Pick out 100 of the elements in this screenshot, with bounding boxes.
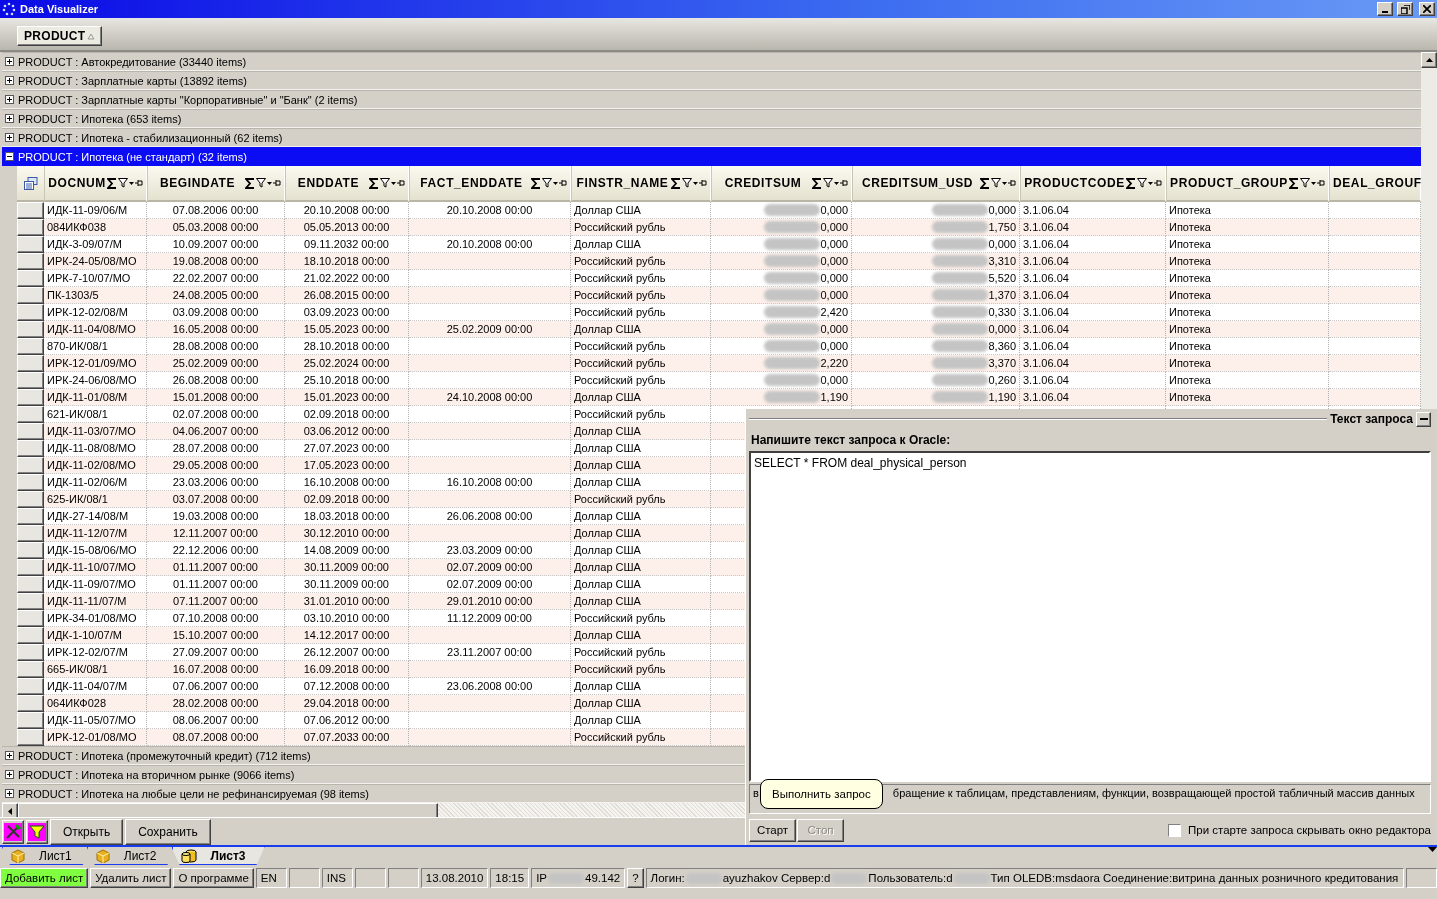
group-row[interactable]: PRODUCT : Ипотека (653 items) [2,109,1421,128]
collapse-icon[interactable] [5,152,14,161]
caret-icon[interactable] [553,181,558,185]
column-header[interactable]: CREDITSUM [711,166,852,202]
toolbar-button[interactable]: Открыть [50,818,124,845]
pin-icon[interactable] [1317,179,1325,187]
row-selector[interactable] [17,559,44,576]
scroll-up-button[interactable] [1421,52,1437,68]
status-button[interactable]: ? [627,868,644,888]
column-header[interactable]: CREDITSUM_USD [852,166,1020,202]
status-button[interactable]: О программе [173,868,254,888]
sheet-tab[interactable]: Лист3 [171,847,265,865]
row-selector[interactable] [17,372,44,389]
row-selector[interactable] [17,321,44,338]
row-selector[interactable] [17,202,44,219]
row-selector[interactable] [17,219,44,236]
minimize-button[interactable] [1377,2,1393,16]
caret-icon[interactable] [129,181,134,185]
expand-icon[interactable] [5,770,14,779]
status-button[interactable]: Удалить лист [90,868,172,888]
row-selector[interactable] [17,355,44,372]
row-selector[interactable] [17,525,44,542]
column-header[interactable]: PRODUCTCODE [1020,166,1166,202]
caret-icon[interactable] [1148,181,1153,185]
scrollbar-thumb[interactable] [18,803,438,817]
pin-icon[interactable] [273,179,281,187]
row-selector[interactable] [17,406,44,423]
row-selector[interactable] [17,542,44,559]
sum-icon[interactable] [531,177,541,189]
caret-icon[interactable] [834,181,839,185]
sum-icon[interactable] [812,177,822,189]
pin-icon[interactable] [135,179,143,187]
row-selector[interactable] [17,423,44,440]
column-header[interactable]: PRODUCT_GROUP [1166,166,1329,202]
restore-button[interactable] [1397,2,1413,16]
row-selector[interactable] [17,270,44,287]
query-button[interactable]: Старт [749,818,796,842]
group-row[interactable]: PRODUCT : Зарплатные карты (13892 items) [2,71,1421,90]
filter-icon[interactable] [380,178,390,188]
filter-icon[interactable] [991,178,1001,188]
pin-icon[interactable] [699,179,707,187]
checkbox[interactable] [1168,823,1181,837]
sum-icon[interactable] [980,177,990,189]
caret-icon[interactable] [1311,181,1316,185]
row-selector[interactable] [17,236,44,253]
row-selector[interactable] [17,610,44,627]
filter-icon[interactable] [118,178,128,188]
filter-icon[interactable] [823,178,833,188]
sum-icon[interactable] [1126,177,1136,189]
caret-icon[interactable] [391,181,396,185]
row-selector[interactable] [17,695,44,712]
group-row[interactable]: PRODUCT : Зарплатные карты "Корпоративные" и "Банк" (2 items) [2,90,1421,109]
scroll-left-button[interactable] [2,803,18,817]
row-selector[interactable] [17,678,44,695]
filter-icon[interactable] [542,178,552,188]
filter-icon[interactable] [1300,178,1310,188]
row-selector[interactable] [17,627,44,644]
column-header[interactable]: DOCNUM [44,166,147,202]
pin-icon[interactable] [397,179,405,187]
toolbar-button[interactable] [2,819,24,844]
row-selector[interactable] [17,287,44,304]
caret-icon[interactable] [267,181,272,185]
sum-icon[interactable] [369,177,379,189]
column-chooser-icon[interactable] [23,176,38,190]
caret-icon[interactable] [1428,847,1437,852]
sum-icon[interactable] [107,177,117,189]
row-selector[interactable] [17,474,44,491]
pin-icon[interactable] [1008,179,1016,187]
expand-icon[interactable] [5,57,14,66]
row-selector[interactable] [17,593,44,610]
row-selector[interactable] [17,576,44,593]
expand-icon[interactable] [5,114,14,123]
close-button[interactable] [1419,2,1435,16]
column-header[interactable]: ENDDATE [285,166,409,202]
group-by-chip[interactable]: PRODUCT [17,26,103,46]
expand-icon[interactable] [5,789,14,798]
minimize-button[interactable] [1416,411,1431,427]
row-selector[interactable] [17,338,44,355]
row-selector[interactable] [17,491,44,508]
row-selector[interactable] [17,253,44,270]
group-row[interactable]: PRODUCT : Ипотека - стабилизационный (62 items) [2,128,1421,147]
expand-icon[interactable] [5,76,14,85]
caret-icon[interactable] [693,181,698,185]
expand-icon[interactable] [5,751,14,760]
pin-icon[interactable] [559,179,567,187]
column-header[interactable]: FINSTR_NAME [571,166,711,202]
row-selector[interactable] [17,457,44,474]
row-selector[interactable] [17,440,44,457]
column-header[interactable]: BEGINDATE [147,166,285,202]
filter-icon[interactable] [256,178,266,188]
row-selector[interactable] [17,729,44,746]
pin-icon[interactable] [1154,179,1162,187]
filter-icon[interactable] [682,178,692,188]
expand-icon[interactable] [5,133,14,142]
caret-icon[interactable] [1002,181,1007,185]
group-row[interactable]: PRODUCT : Автокредитование (33440 items) [2,52,1421,71]
toolbar-button[interactable] [26,819,48,844]
sum-icon[interactable] [245,177,255,189]
column-header[interactable]: DEAL_GROUF [1329,166,1421,202]
sum-icon[interactable] [1289,177,1299,189]
